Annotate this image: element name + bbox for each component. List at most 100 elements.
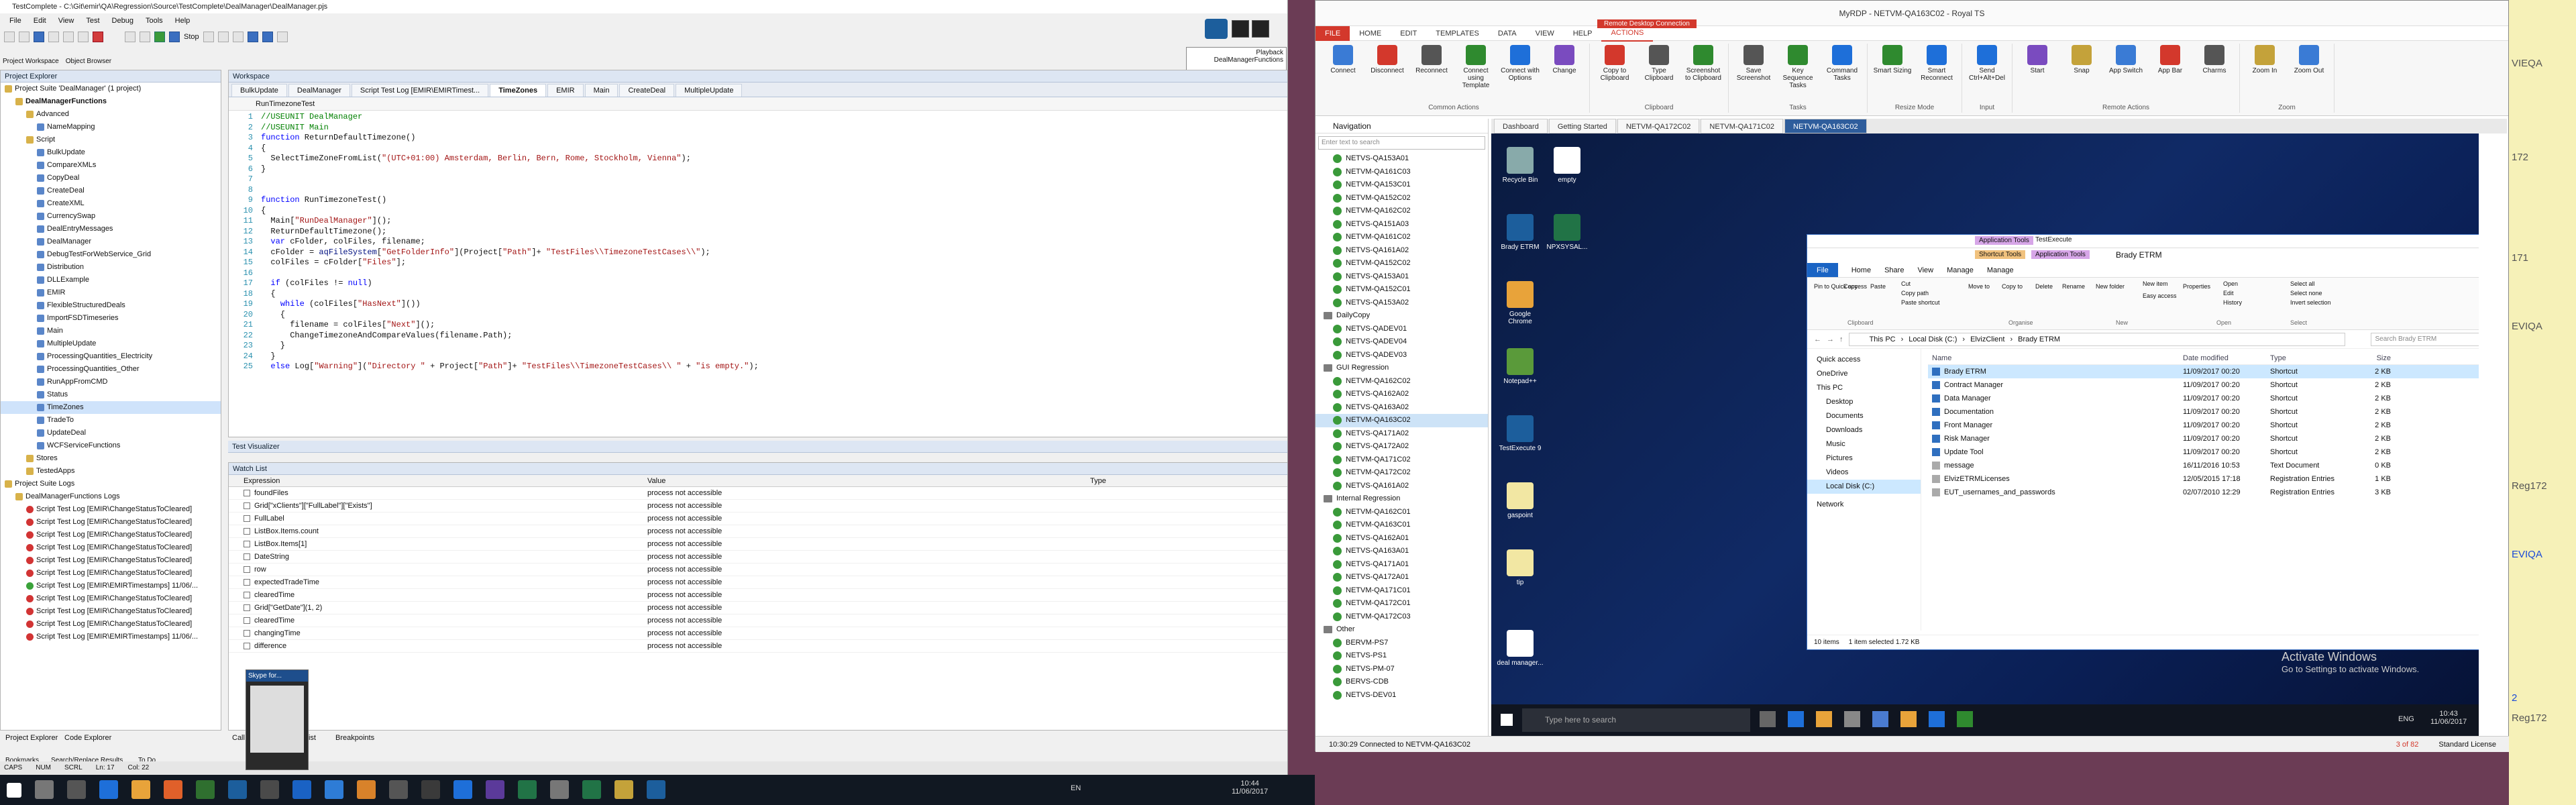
desktop-icon[interactable]: deal manager... [1497,630,1544,667]
layout3-icon[interactable] [276,32,288,42]
crumb-this-pc[interactable]: This PC [1870,333,1896,345]
edge-icon[interactable] [99,780,118,799]
tree-item[interactable]: DLLExample [1,274,221,286]
watch-row[interactable]: clearedTime process not accessible [229,614,1287,627]
code-line[interactable]: //USEUNIT Main [261,123,759,133]
nav-connection[interactable]: NETVM-QA172C01 [1316,597,1488,610]
code-line[interactable]: { [261,310,759,321]
watch-row[interactable]: Grid["xClients"]["FullLabel"]["Exists"] p… [229,500,1287,513]
ribbon-button[interactable]: Zoom In [2245,45,2284,102]
menu-debug[interactable]: Debug [112,15,133,27]
watch-checkbox[interactable] [244,604,250,612]
save-icon[interactable] [34,32,44,42]
sticky-note[interactable]: VIEQA 172 171 EVIQA Reg172 EVIQA 2 Reg172 [2509,0,2576,805]
sidebar-item[interactable]: Network [1807,498,1921,512]
explorer-ribbon-button[interactable]: Properties [2183,283,2210,290]
file-row[interactable]: Front Manager 11/09/2017 00:20 Shortcut 2 K… [1928,419,2479,432]
code-line[interactable] [261,174,759,185]
app2-icon[interactable] [260,780,279,799]
desktop-icon[interactable]: empty [1544,147,1591,184]
tab-view[interactable]: VIEW [1526,26,1564,41]
code-line[interactable]: { [261,206,759,217]
ribbon-button[interactable]: App Switch [2106,45,2145,102]
ribbon-button[interactable]: Start [2018,45,2057,102]
tree-item[interactable]: DealManagerFunctions Logs [1,490,221,503]
ribbon-button[interactable]: Disconnect [1368,45,1407,102]
watch-checkbox[interactable] [244,566,250,574]
tree-item[interactable]: Status [1,388,221,401]
watch-checkbox[interactable] [244,592,250,599]
ribbon-button[interactable]: Connect [1324,45,1362,102]
tree-item[interactable]: Script Test Log [EMIR\ChangeStatusToClea… [1,503,221,516]
nav-connection[interactable]: NETVS-QA172A01 [1316,571,1488,584]
explorer-search[interactable]: Search Brady ETRM [2370,332,2479,346]
explorer-ribbon-button[interactable]: Select none [2290,290,2322,297]
tree-item[interactable]: Script Test Log [EMIR\ChangeStatusToClea… [1,605,221,618]
app8-icon[interactable] [614,780,633,799]
delete-icon[interactable] [93,32,103,42]
tree-item[interactable]: CopyDeal [1,172,221,184]
file-row[interactable]: message 16/11/2016 10:53 Text Document 0 KB [1928,459,2479,472]
app5-icon[interactable] [421,780,440,799]
explorer-ribbon-button[interactable]: Pin to Quick access [1814,283,1867,290]
watch-checkbox[interactable] [244,528,250,535]
explorer-tab-manage[interactable]: Manage [1947,263,1974,277]
explorer-tab-view[interactable]: View [1917,263,1933,277]
code-line[interactable]: colFiles = cFolder["Files"]; [261,258,759,268]
nav-connection[interactable]: NETVS-QA161A02 [1316,480,1488,493]
ribbon-button[interactable]: Zoom Out [2290,45,2328,102]
code-line[interactable]: } [261,164,759,175]
crumb-brady[interactable]: Brady ETRM [2018,333,2060,345]
explorer-ribbon-button[interactable]: Delete [2035,283,2053,290]
watch-row[interactable]: row process not accessible [229,564,1287,576]
menu-tools[interactable]: Tools [146,15,163,27]
tree-item[interactable]: Project Suite Logs [1,478,221,490]
tree-item[interactable]: Script [1,133,221,146]
tree-item[interactable]: Script Test Log [EMIR\ChangeStatusToClea… [1,516,221,529]
tab-home[interactable]: HOME [1350,26,1391,41]
sidebar-item[interactable]: Downloads [1807,423,1921,437]
nav-connection[interactable]: NETVS-QA171A01 [1316,558,1488,572]
ribbon-button[interactable]: App Bar [2151,45,2190,102]
step-over-icon[interactable] [217,32,229,42]
nav-connection[interactable]: NETVS-QA161A02 [1316,244,1488,258]
search-icon[interactable] [35,780,54,799]
connection-tab[interactable]: NETVM-QA172C02 [1617,119,1700,133]
ribbon-button[interactable]: Copy to Clipboard [1595,45,1634,102]
up-icon[interactable]: ↑ [1839,335,1843,343]
tab-data[interactable]: DATA [1489,26,1526,41]
windows-start-icon[interactable] [1501,714,1513,726]
sidebar-item[interactable]: This PC [1807,381,1921,395]
nav-connection[interactable]: NETVM-QA171C02 [1316,453,1488,467]
code-line[interactable]: else Log["Warning"]("Directory " + Proje… [261,362,758,372]
store-icon[interactable] [1844,711,1860,727]
explorer-ribbon-button[interactable]: New folder [2096,283,2125,290]
code-line[interactable]: if (colFiles != null) [261,278,759,289]
code-line[interactable]: } [261,352,759,362]
tree-item[interactable]: Project Suite 'DealManager' (1 project) [1,83,221,95]
doc-tab[interactable]: CreateDeal [619,84,675,97]
doc-tab[interactable]: DealManager [288,84,350,97]
app7-icon[interactable] [550,780,569,799]
tab-edit[interactable]: EDIT [1391,26,1426,41]
explorer-ribbon-button[interactable]: Easy access [2143,292,2177,299]
desktop-icon[interactable]: gaspoint [1497,482,1544,519]
new-icon[interactable] [4,32,15,42]
file-row[interactable]: ElvizETRMLicenses 12/05/2015 17:18 Registr… [1928,472,2479,486]
excel-icon[interactable] [518,780,537,799]
tree-item[interactable]: TestedApps [1,465,221,478]
sidebar-item[interactable]: Desktop [1807,395,1921,409]
watch-row[interactable]: ListBox.Items[1] process not accessible [229,538,1287,551]
excel2-icon[interactable] [582,780,601,799]
file-row[interactable]: Documentation 11/09/2017 00:20 Shortcut 2 K… [1928,405,2479,419]
sidebar-item[interactable]: Videos [1807,466,1921,480]
nav-connection[interactable]: NETVS-DEV01 [1316,689,1488,702]
watch-checkbox[interactable] [244,630,250,637]
undo-icon[interactable] [125,32,136,42]
col-name[interactable]: Name [1928,352,2183,364]
code-line[interactable]: SelectTimeZoneFromList("(UTC+01:00) Amst… [261,154,759,164]
tab-project-explorer[interactable]: Project Explorer [5,734,58,742]
step-icon[interactable] [203,32,214,42]
sidebar-item[interactable]: OneDrive [1807,367,1921,381]
code-line[interactable]: ChangeTimezoneAndCompareValues(filename.… [261,331,759,341]
